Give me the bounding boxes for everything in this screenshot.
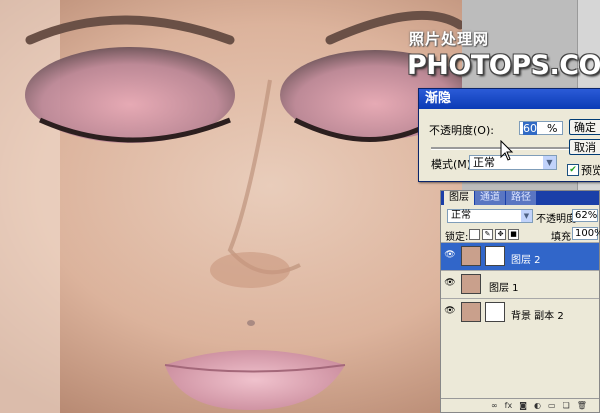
fill-input[interactable]: 100% [572, 227, 600, 240]
eye-icon[interactable]: 👁 [444, 251, 456, 260]
layer-thumbnail [461, 274, 481, 294]
layer-mask-thumbnail[interactable] [485, 302, 505, 322]
eye-icon[interactable]: 👁 [444, 279, 456, 288]
layer-row[interactable]: 👁 图层 2 [441, 242, 599, 270]
lock-icons: ✎ ✥ ■ [469, 229, 519, 240]
chevron-down-icon: ▼ [521, 210, 532, 222]
layer-mask-thumbnail[interactable] [485, 246, 505, 266]
opacity-value: 60 [523, 122, 537, 135]
cancel-button[interactable]: 取消 [569, 139, 600, 155]
blend-mode-select[interactable]: 正常 ▼ [447, 209, 533, 223]
preview-checkbox[interactable]: ✔ 预览(P) [567, 162, 600, 178]
chevron-down-icon: ▼ [543, 156, 556, 169]
checkmark-icon: ✔ [567, 164, 579, 176]
tab-channels[interactable]: 通道 [475, 191, 505, 205]
trash-icon[interactable]: 🗑 [577, 399, 587, 412]
lock-label: 锁定: [445, 232, 469, 243]
layer-name: 背景 副本 2 [511, 311, 564, 322]
blend-mode-value: 正常 [451, 210, 471, 221]
eye-icon[interactable]: 👁 [444, 307, 456, 316]
layer-name: 图层 2 [511, 255, 541, 266]
lock-brush-icon[interactable]: ✎ [482, 229, 493, 240]
layer-name: 图层 1 [489, 283, 519, 294]
lock-move-icon[interactable]: ✥ [495, 229, 506, 240]
layers-panel: 图层 通道 路径 正常 ▼ 不透明度: 62% 锁定: ✎ ✥ ■ 填充: 10… [440, 190, 600, 413]
opacity-label: 不透明度(O): [429, 124, 494, 137]
mode-value: 正常 [473, 156, 495, 169]
lock-all-icon[interactable]: ■ [508, 229, 519, 240]
layer-opacity-input[interactable]: 62% [572, 209, 598, 222]
lock-transparent-icon[interactable] [469, 229, 480, 240]
tab-layers[interactable]: 图层 [444, 191, 474, 205]
fill-label: 填充: [551, 232, 575, 243]
fade-dialog: 渐隐 不透明度(O): 60 % 模式(M): 正常 ▼ 确定 取消 ✔ 预览(… [418, 88, 600, 182]
panel-tabs: 图层 通道 路径 [441, 191, 599, 205]
mouse-cursor-icon [500, 140, 514, 161]
new-layer-icon[interactable]: ❏ [563, 399, 570, 412]
layer-row[interactable]: 👁 背景 副本 2 [441, 298, 599, 326]
tab-paths[interactable]: 路径 [506, 191, 536, 205]
layer-row[interactable]: 👁 图层 1 [441, 270, 599, 298]
layers-bottom-toolbar: ∞ fx ◙ ◐ ▭ ❏ 🗑 [441, 398, 599, 412]
layer-thumbnail [461, 246, 481, 266]
mask-icon[interactable]: ◙ [519, 399, 527, 412]
adjustment-icon[interactable]: ◐ [534, 399, 541, 412]
preview-label: 预览(P) [581, 164, 600, 177]
ok-button[interactable]: 确定 [569, 119, 600, 135]
layer-thumbnail [461, 302, 481, 322]
percent-sign: % [547, 122, 558, 135]
fade-dialog-title[interactable]: 渐隐 [419, 89, 600, 109]
folder-icon[interactable]: ▭ [548, 399, 556, 412]
fx-icon[interactable]: fx [505, 399, 513, 412]
watermark-site-text: 照片处理网 [409, 30, 490, 48]
link-icon[interactable]: ∞ [491, 399, 498, 412]
watermark-brand: PHOTOPS.COM [407, 50, 600, 81]
